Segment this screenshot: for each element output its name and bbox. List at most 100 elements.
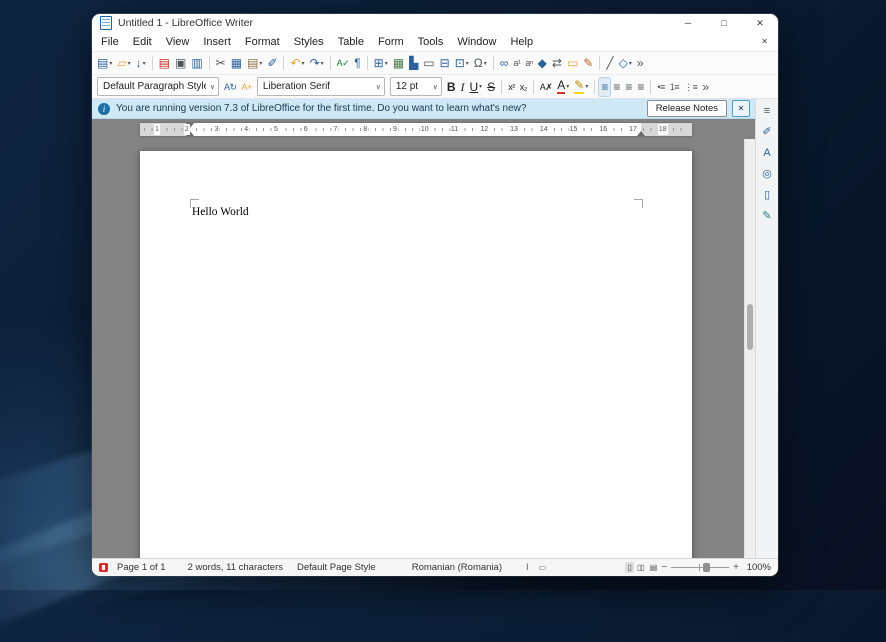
spelling-button[interactable]: A✓ xyxy=(335,54,352,72)
navigator-tab[interactable]: ◎ xyxy=(759,165,776,182)
menu-window[interactable]: Window xyxy=(450,35,503,49)
page-style-status[interactable]: Default Page Style xyxy=(297,562,376,573)
insert-endnote-button[interactable]: aⁿ xyxy=(523,54,534,72)
insert-footnote-button[interactable]: a¹ xyxy=(511,54,522,72)
font-size-select[interactable]: 12 pt ∨ xyxy=(389,77,442,96)
underline-dropdown-icon[interactable]: ▾ xyxy=(479,83,482,90)
insert-chart-button[interactable]: ▙ xyxy=(407,54,420,72)
menu-help[interactable]: Help xyxy=(503,35,540,49)
insert-page-break-button[interactable]: ⊟ xyxy=(438,54,452,72)
print-button[interactable]: ▣ xyxy=(173,54,188,72)
menu-insert[interactable]: Insert xyxy=(196,35,238,49)
paste-dropdown-icon[interactable]: ▾ xyxy=(259,60,262,67)
clone-formatting-button[interactable]: ✐ xyxy=(265,54,279,72)
document-text[interactable]: Hello World xyxy=(192,206,249,218)
zoom-out-icon[interactable]: − xyxy=(659,562,669,573)
properties-tab[interactable]: ✐ xyxy=(759,123,776,140)
insert-bookmark-button[interactable]: ◆ xyxy=(536,54,549,72)
align-right-button[interactable]: ≡ xyxy=(623,78,634,96)
insert-mode-icon[interactable]: I xyxy=(526,562,529,573)
menu-styles[interactable]: Styles xyxy=(287,35,331,49)
bold-button[interactable]: B xyxy=(445,78,458,96)
align-left-button[interactable]: ≡ xyxy=(599,77,611,96)
infobar-close-icon[interactable]: ✕ xyxy=(732,100,750,117)
font-color-button[interactable]: A ▾ xyxy=(555,78,571,96)
zoom-slider[interactable] xyxy=(671,561,730,574)
minimize-button[interactable]: ─ xyxy=(670,14,706,32)
save-dropdown-icon[interactable]: ▾ xyxy=(143,60,146,67)
insert-field-dropdown-icon[interactable]: ▾ xyxy=(466,60,469,67)
title-bar[interactable]: Untitled 1 - LibreOffice Writer ─ □ ✕ xyxy=(92,14,778,32)
insert-cross-reference-button[interactable]: ⇄ xyxy=(550,54,564,72)
release-notes-button[interactable]: Release Notes xyxy=(646,100,727,117)
insert-table-button[interactable]: ⊞ ▾ xyxy=(372,54,390,72)
cut-button[interactable]: ✂ xyxy=(214,54,228,72)
redo-dropdown-icon[interactable]: ▾ xyxy=(321,60,324,67)
close-button[interactable]: ✕ xyxy=(742,14,778,32)
zoom-level[interactable]: 100% xyxy=(741,562,771,573)
menu-edit[interactable]: Edit xyxy=(126,35,159,49)
update-style-button[interactable]: A↻ xyxy=(222,78,239,96)
insert-line-button[interactable]: ╱ xyxy=(604,54,615,72)
selection-mode-icon[interactable]: ▭ xyxy=(539,563,547,572)
open-file-button[interactable]: ▱ ▾ xyxy=(115,54,132,72)
toolbar-overflow-button[interactable]: » xyxy=(700,78,711,96)
page-tab[interactable]: ▯ xyxy=(759,186,776,203)
align-justified-button[interactable]: ≡ xyxy=(635,78,646,96)
language-status[interactable]: Romanian (Romania) xyxy=(412,562,502,573)
insert-special-character-dropdown-icon[interactable]: ▾ xyxy=(484,60,487,67)
zoom-slider-handle[interactable] xyxy=(703,563,711,572)
outline-list-button[interactable]: ⋮≡ xyxy=(682,78,699,96)
ordered-list-button[interactable]: 1≡ xyxy=(668,78,681,96)
basic-shapes-button[interactable]: ◇ ▾ xyxy=(617,54,634,72)
style-inspector-tab[interactable]: ✎ xyxy=(759,207,776,224)
font-name-dropdown-icon[interactable]: ∨ xyxy=(372,83,381,91)
insert-text-box-button[interactable]: ▭ xyxy=(421,54,436,72)
single-page-view-icon[interactable]: ▯ xyxy=(624,562,634,573)
insert-image-button[interactable]: ▦ xyxy=(391,54,406,72)
ruler-page[interactable]: 1 2 3 4 5 6 7 8 9 10 11 12 13 14 15 16 17 18 xyxy=(140,123,692,136)
save-button[interactable]: ↓ ▾ xyxy=(134,54,148,72)
undo-button[interactable]: ↶ ▾ xyxy=(288,54,306,72)
undo-dropdown-icon[interactable]: ▾ xyxy=(302,60,305,67)
word-count-status[interactable]: 2 words, 11 characters xyxy=(188,562,283,573)
copy-button[interactable]: ▦ xyxy=(229,54,244,72)
multi-page-view-icon[interactable]: ▯▯ xyxy=(634,562,647,573)
insert-field-button[interactable]: ⊡ ▾ xyxy=(453,54,471,72)
align-center-button[interactable]: ≡ xyxy=(611,78,622,96)
highlight-color-dropdown-icon[interactable]: ▾ xyxy=(585,83,588,90)
right-indent-marker[interactable] xyxy=(637,131,645,136)
insert-table-dropdown-icon[interactable]: ▾ xyxy=(385,60,388,67)
sidebar-settings-tab[interactable]: ≡ xyxy=(759,102,776,119)
font-name-select[interactable]: Liberation Serif ∨ xyxy=(256,77,385,96)
vertical-scrollbar[interactable] xyxy=(744,139,755,558)
superscript-button[interactable]: x² xyxy=(506,78,517,96)
unsaved-changes-icon[interactable] xyxy=(99,563,108,572)
page-number-status[interactable]: Page 1 of 1 xyxy=(117,562,166,573)
menu-table[interactable]: Table xyxy=(331,35,371,49)
maximize-button[interactable]: □ xyxy=(706,14,742,32)
insert-comment-button[interactable]: ▭ xyxy=(565,54,580,72)
strikethrough-button[interactable]: S xyxy=(485,78,497,96)
subscript-button[interactable]: x₂ xyxy=(518,78,529,96)
menu-form[interactable]: Form xyxy=(371,35,411,49)
new-style-button[interactable]: A+ xyxy=(240,78,254,96)
paste-button[interactable]: ▤ ▾ xyxy=(245,54,264,72)
close-document-icon[interactable]: ✕ xyxy=(755,37,774,46)
redo-button[interactable]: ↷ ▾ xyxy=(308,54,326,72)
toolbar-overflow-button[interactable]: » xyxy=(635,54,646,72)
insert-special-character-button[interactable]: Ω ▾ xyxy=(472,54,489,72)
underline-button[interactable]: U ▾ xyxy=(467,78,484,96)
styles-tab[interactable]: A xyxy=(759,144,776,161)
book-view-icon[interactable]: ▤ xyxy=(647,562,660,573)
font-size-dropdown-icon[interactable]: ∨ xyxy=(429,83,438,91)
new-document-button[interactable]: ▤ ▾ xyxy=(95,54,114,72)
new-document-dropdown-icon[interactable]: ▾ xyxy=(109,60,112,67)
insert-hyperlink-button[interactable]: ∞ xyxy=(498,54,511,72)
menu-format[interactable]: Format xyxy=(238,35,287,49)
menu-view[interactable]: View xyxy=(159,35,197,49)
highlight-color-button[interactable]: ✎ ▾ xyxy=(572,78,590,96)
export-pdf-button[interactable]: ▤ xyxy=(157,54,172,72)
document-page[interactable]: Hello World xyxy=(140,151,692,558)
document-canvas[interactable]: 1 2 3 4 5 6 7 8 9 10 11 12 13 14 15 16 17 18 Hello World xyxy=(92,119,755,558)
